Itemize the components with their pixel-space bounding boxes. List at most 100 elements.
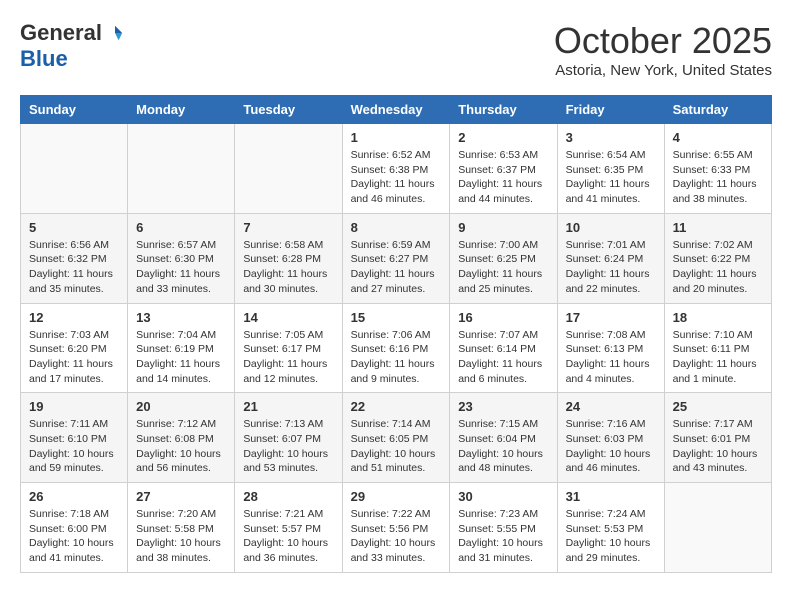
calendar-cell: 28 Sunrise: 7:21 AM Sunset: 5:57 PM Dayli… xyxy=(235,483,342,573)
day-info: Sunrise: 7:23 AM Sunset: 5:55 PM Dayligh… xyxy=(458,507,548,566)
day-info: Sunrise: 6:56 AM Sunset: 6:32 PM Dayligh… xyxy=(29,238,119,297)
day-info: Sunrise: 7:22 AM Sunset: 5:56 PM Dayligh… xyxy=(351,507,442,566)
weekday-header-row: SundayMondayTuesdayWednesdayThursdayFrid… xyxy=(21,96,772,124)
weekday-header-sunday: Sunday xyxy=(21,96,128,124)
day-number: 5 xyxy=(29,220,119,235)
day-info: Sunrise: 7:07 AM Sunset: 6:14 PM Dayligh… xyxy=(458,328,548,387)
calendar-cell: 12 Sunrise: 7:03 AM Sunset: 6:20 PM Dayli… xyxy=(21,303,128,393)
day-number: 25 xyxy=(673,399,763,414)
calendar-cell: 20 Sunrise: 7:12 AM Sunset: 6:08 PM Dayli… xyxy=(128,393,235,483)
calendar-cell: 23 Sunrise: 7:15 AM Sunset: 6:04 PM Dayli… xyxy=(450,393,557,483)
day-info: Sunrise: 7:20 AM Sunset: 5:58 PM Dayligh… xyxy=(136,507,226,566)
calendar-cell: 2 Sunrise: 6:53 AM Sunset: 6:37 PM Daylig… xyxy=(450,124,557,214)
day-number: 3 xyxy=(566,130,656,145)
day-number: 11 xyxy=(673,220,763,235)
day-info: Sunrise: 6:57 AM Sunset: 6:30 PM Dayligh… xyxy=(136,238,226,297)
day-number: 27 xyxy=(136,489,226,504)
day-number: 8 xyxy=(351,220,442,235)
day-info: Sunrise: 7:15 AM Sunset: 6:04 PM Dayligh… xyxy=(458,417,548,476)
calendar-cell: 21 Sunrise: 7:13 AM Sunset: 6:07 PM Dayli… xyxy=(235,393,342,483)
logo: General Blue xyxy=(20,20,124,72)
calendar-row-3: 12 Sunrise: 7:03 AM Sunset: 6:20 PM Dayli… xyxy=(21,303,772,393)
calendar-cell: 8 Sunrise: 6:59 AM Sunset: 6:27 PM Daylig… xyxy=(342,213,450,303)
day-number: 14 xyxy=(243,310,333,325)
location-title: Astoria, New York, United States xyxy=(554,62,772,79)
calendar-cell xyxy=(235,124,342,214)
calendar-cell: 1 Sunrise: 6:52 AM Sunset: 6:38 PM Daylig… xyxy=(342,124,450,214)
day-number: 18 xyxy=(673,310,763,325)
day-info: Sunrise: 7:16 AM Sunset: 6:03 PM Dayligh… xyxy=(566,417,656,476)
calendar-cell: 19Sunrise: 7:11 AM Sunset: 6:10 PM Dayli… xyxy=(21,393,128,483)
calendar-cell: 18 Sunrise: 7:10 AM Sunset: 6:11 PM Dayli… xyxy=(664,303,771,393)
day-number: 24 xyxy=(566,399,656,414)
day-number: 28 xyxy=(243,489,333,504)
day-number: 2 xyxy=(458,130,548,145)
day-number: 26 xyxy=(29,489,119,504)
day-number: 30 xyxy=(458,489,548,504)
calendar-cell: 7Sunrise: 6:58 AM Sunset: 6:28 PM Daylig… xyxy=(235,213,342,303)
calendar-row-5: 26 Sunrise: 7:18 AM Sunset: 6:00 PM Dayli… xyxy=(21,483,772,573)
day-info: Sunrise: 7:01 AM Sunset: 6:24 PM Dayligh… xyxy=(566,238,656,297)
calendar-cell: 10 Sunrise: 7:01 AM Sunset: 6:24 PM Dayli… xyxy=(557,213,664,303)
calendar-cell: 9 Sunrise: 7:00 AM Sunset: 6:25 PM Daylig… xyxy=(450,213,557,303)
day-number: 10 xyxy=(566,220,656,235)
calendar-cell: 30 Sunrise: 7:23 AM Sunset: 5:55 PM Dayli… xyxy=(450,483,557,573)
calendar-row-4: 19Sunrise: 7:11 AM Sunset: 6:10 PM Dayli… xyxy=(21,393,772,483)
day-number: 9 xyxy=(458,220,548,235)
day-info: Sunrise: 7:14 AM Sunset: 6:05 PM Dayligh… xyxy=(351,417,442,476)
day-info: Sunrise: 6:52 AM Sunset: 6:38 PM Dayligh… xyxy=(351,148,442,207)
day-info: Sunrise: 7:17 AM Sunset: 6:01 PM Dayligh… xyxy=(673,417,763,476)
calendar-cell: 5 Sunrise: 6:56 AM Sunset: 6:32 PM Daylig… xyxy=(21,213,128,303)
calendar-cell: 16Sunrise: 7:07 AM Sunset: 6:14 PM Dayli… xyxy=(450,303,557,393)
logo-icon xyxy=(106,24,124,42)
calendar-cell xyxy=(664,483,771,573)
weekday-header-thursday: Thursday xyxy=(450,96,557,124)
day-info: Sunrise: 7:18 AM Sunset: 6:00 PM Dayligh… xyxy=(29,507,119,566)
day-info: Sunrise: 7:12 AM Sunset: 6:08 PM Dayligh… xyxy=(136,417,226,476)
calendar-cell: 26 Sunrise: 7:18 AM Sunset: 6:00 PM Dayli… xyxy=(21,483,128,573)
day-number: 29 xyxy=(351,489,442,504)
day-info: Sunrise: 7:04 AM Sunset: 6:19 PM Dayligh… xyxy=(136,328,226,387)
day-number: 17 xyxy=(566,310,656,325)
day-info: Sunrise: 6:59 AM Sunset: 6:27 PM Dayligh… xyxy=(351,238,442,297)
calendar-row-1: 1 Sunrise: 6:52 AM Sunset: 6:38 PM Daylig… xyxy=(21,124,772,214)
weekday-header-wednesday: Wednesday xyxy=(342,96,450,124)
calendar-cell: 25 Sunrise: 7:17 AM Sunset: 6:01 PM Dayli… xyxy=(664,393,771,483)
calendar-row-2: 5 Sunrise: 6:56 AM Sunset: 6:32 PM Daylig… xyxy=(21,213,772,303)
day-info: Sunrise: 7:00 AM Sunset: 6:25 PM Dayligh… xyxy=(458,238,548,297)
day-info: Sunrise: 7:21 AM Sunset: 5:57 PM Dayligh… xyxy=(243,507,333,566)
calendar-table: SundayMondayTuesdayWednesdayThursdayFrid… xyxy=(20,95,772,573)
calendar-cell: 29 Sunrise: 7:22 AM Sunset: 5:56 PM Dayli… xyxy=(342,483,450,573)
day-info: Sunrise: 7:08 AM Sunset: 6:13 PM Dayligh… xyxy=(566,328,656,387)
day-info: Sunrise: 6:54 AM Sunset: 6:35 PM Dayligh… xyxy=(566,148,656,207)
day-number: 22 xyxy=(351,399,442,414)
calendar-cell: 6 Sunrise: 6:57 AM Sunset: 6:30 PM Daylig… xyxy=(128,213,235,303)
day-info: Sunrise: 6:55 AM Sunset: 6:33 PM Dayligh… xyxy=(673,148,763,207)
calendar-cell: 3 Sunrise: 6:54 AM Sunset: 6:35 PM Daylig… xyxy=(557,124,664,214)
day-number: 12 xyxy=(29,310,119,325)
weekday-header-tuesday: Tuesday xyxy=(235,96,342,124)
day-number: 1 xyxy=(351,130,442,145)
calendar-cell xyxy=(128,124,235,214)
day-number: 15 xyxy=(351,310,442,325)
day-number: 6 xyxy=(136,220,226,235)
calendar-cell: 4Sunrise: 6:55 AM Sunset: 6:33 PM Daylig… xyxy=(664,124,771,214)
day-info: Sunrise: 7:06 AM Sunset: 6:16 PM Dayligh… xyxy=(351,328,442,387)
day-info: Sunrise: 7:02 AM Sunset: 6:22 PM Dayligh… xyxy=(673,238,763,297)
day-info: Sunrise: 7:10 AM Sunset: 6:11 PM Dayligh… xyxy=(673,328,763,387)
day-number: 23 xyxy=(458,399,548,414)
day-info: Sunrise: 7:13 AM Sunset: 6:07 PM Dayligh… xyxy=(243,417,333,476)
header: General Blue October 2025 Astoria, New Y… xyxy=(20,20,772,79)
calendar-cell: 14Sunrise: 7:05 AM Sunset: 6:17 PM Dayli… xyxy=(235,303,342,393)
day-number: 13 xyxy=(136,310,226,325)
calendar-cell: 24 Sunrise: 7:16 AM Sunset: 6:03 PM Dayli… xyxy=(557,393,664,483)
day-number: 21 xyxy=(243,399,333,414)
calendar-cell: 17 Sunrise: 7:08 AM Sunset: 6:13 PM Dayli… xyxy=(557,303,664,393)
day-number: 31 xyxy=(566,489,656,504)
day-number: 20 xyxy=(136,399,226,414)
day-info: Sunrise: 7:03 AM Sunset: 6:20 PM Dayligh… xyxy=(29,328,119,387)
day-number: 7 xyxy=(243,220,333,235)
day-info: Sunrise: 6:53 AM Sunset: 6:37 PM Dayligh… xyxy=(458,148,548,207)
title-block: October 2025 Astoria, New York, United S… xyxy=(554,20,772,79)
calendar-cell: 15 Sunrise: 7:06 AM Sunset: 6:16 PM Dayli… xyxy=(342,303,450,393)
